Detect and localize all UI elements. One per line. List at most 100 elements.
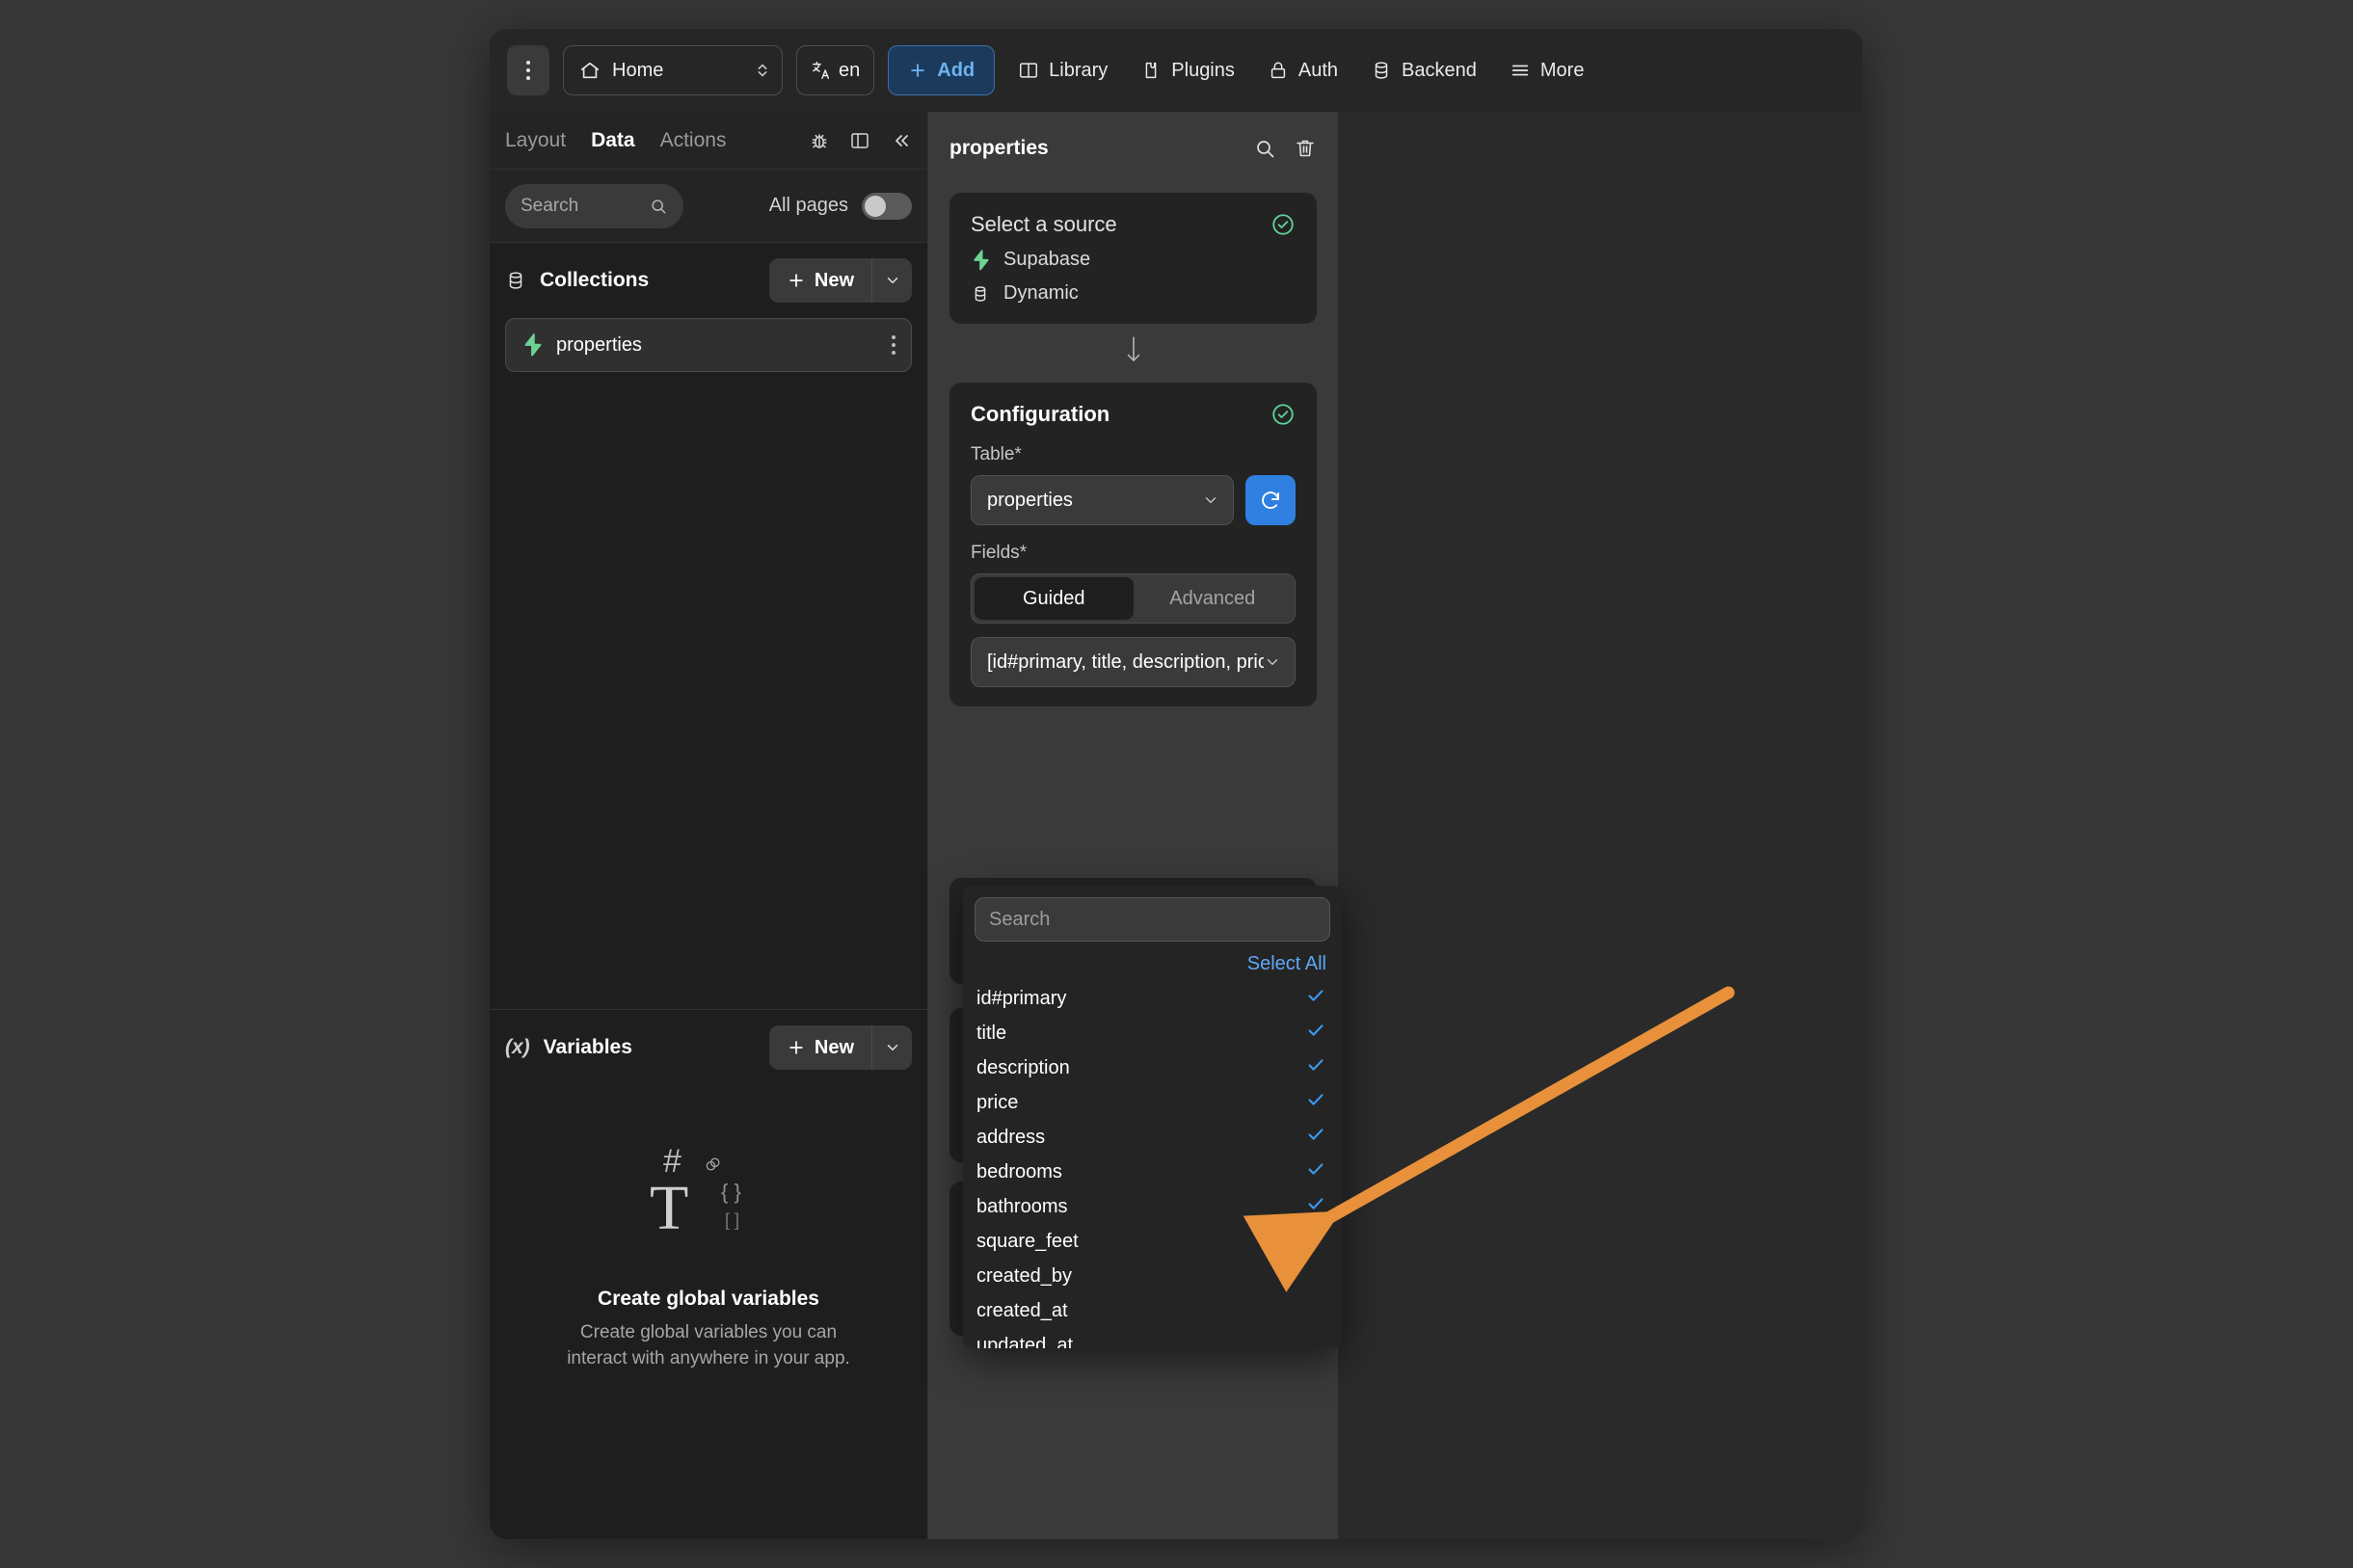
toolbar-item-more[interactable]: More [1500, 45, 1594, 95]
tab-actions[interactable]: Actions [660, 129, 727, 152]
toolbar-item-plugins[interactable]: Plugins [1131, 45, 1244, 95]
add-button[interactable]: Add [888, 45, 995, 95]
collection-item-properties[interactable]: properties [505, 318, 912, 372]
fields-dropdown-item[interactable]: square_feet [963, 1224, 1342, 1259]
fields-dropdown-item[interactable]: bathrooms [963, 1189, 1342, 1224]
configuration-card: Configuration Table* properties [949, 383, 1317, 706]
chevron-down-icon[interactable] [871, 1025, 912, 1070]
search-icon [649, 197, 668, 216]
kebab-vertical-icon[interactable] [892, 335, 896, 355]
check-circle-icon [1270, 402, 1296, 427]
all-pages-toggle[interactable] [862, 193, 912, 220]
fields-dropdown-item-label: price [976, 1092, 1305, 1114]
check-icon [1305, 1124, 1326, 1151]
object-braces-icon: { } [721, 1180, 741, 1205]
plus-icon [787, 1038, 806, 1057]
toolbar-item-label: Backend [1402, 60, 1477, 82]
detail-panel: properties Select a source [928, 112, 1338, 1539]
fields-dropdown-item[interactable]: updated_at [963, 1328, 1342, 1348]
kebab-vertical-icon [526, 68, 530, 72]
fields-dropdown-item[interactable]: title [963, 1016, 1342, 1050]
new-variable-button[interactable]: New [769, 1025, 912, 1070]
database-icon [1371, 60, 1392, 81]
canvas-area [1338, 112, 1862, 1539]
fields-dropdown-item[interactable]: price [963, 1085, 1342, 1120]
app-menu-button[interactable] [507, 45, 549, 95]
new-variable-main[interactable]: New [769, 1025, 871, 1070]
fields-mode-guided[interactable]: Guided [975, 577, 1134, 620]
source-option-label: Dynamic [1003, 282, 1079, 305]
fields-dropdown-list: id#primary title description price addressbe… [963, 981, 1342, 1348]
plus-icon [787, 271, 806, 290]
toolbar-item-library[interactable]: Library [1008, 45, 1117, 95]
fields-dropdown-item[interactable]: bedrooms [963, 1155, 1342, 1189]
page-select[interactable]: Home [563, 45, 783, 95]
fields-dropdown-item[interactable]: created_by [963, 1259, 1342, 1293]
bug-icon[interactable] [808, 129, 831, 152]
chevron-updown-icon [755, 60, 770, 81]
select-all-link[interactable]: Select All [963, 942, 1342, 981]
fields-dropdown-item-label: created_by [976, 1265, 1326, 1288]
toolbar-item-backend[interactable]: Backend [1361, 45, 1486, 95]
language-button[interactable]: en [796, 45, 874, 95]
check-icon [1305, 1228, 1326, 1255]
detail-panel-header: properties [928, 112, 1338, 185]
collapse-left-icon[interactable] [889, 129, 912, 152]
tab-layout[interactable]: Layout [505, 129, 566, 152]
fields-dropdown-search-input[interactable]: Search [975, 897, 1330, 942]
page-select-label: Home [612, 60, 743, 82]
fields-select[interactable]: [id#primary, title, description, price, … [971, 637, 1296, 687]
toolbar-item-label: More [1540, 60, 1585, 82]
fields-dropdown-item[interactable]: created_at [963, 1293, 1342, 1328]
fields-dropdown-item-label: description [976, 1057, 1305, 1079]
select-source-card: Select a source Supabase [949, 193, 1317, 324]
fields-dropdown-item[interactable]: description [963, 1050, 1342, 1085]
array-brackets-icon: [ ] [725, 1210, 739, 1231]
fields-dropdown-item[interactable]: address [963, 1120, 1342, 1155]
toolbar-item-label: Auth [1298, 60, 1338, 82]
arrow-down-icon [928, 333, 1338, 373]
source-option-supabase[interactable]: Supabase [971, 249, 1296, 271]
table-select-value: properties [987, 490, 1202, 512]
detail-panel-actions [1253, 137, 1317, 160]
search-input[interactable]: Search [505, 184, 683, 228]
lock-icon [1268, 60, 1289, 81]
chevron-down-icon[interactable] [871, 258, 912, 303]
source-option-dynamic[interactable]: Dynamic [971, 282, 1296, 305]
check-icon [1305, 1193, 1326, 1220]
fields-dropdown-item-label: created_at [976, 1300, 1326, 1322]
search-input-placeholder: Search [521, 196, 641, 217]
fields-field-label: Fields* [971, 543, 1296, 564]
fields-dropdown-item-label: id#primary [976, 988, 1305, 1010]
toolbar-item-auth[interactable]: Auth [1258, 45, 1348, 95]
variables-empty-state: # T { } [ ] Create global variables Crea… [490, 1085, 927, 1539]
panel-split-icon[interactable] [848, 129, 871, 152]
plus-icon [908, 61, 927, 80]
table-select[interactable]: properties [971, 475, 1234, 525]
toggle-circles-icon [704, 1155, 723, 1174]
table-label-text: Table [971, 444, 1014, 465]
new-collection-button[interactable]: New [769, 258, 912, 303]
search-icon[interactable] [1253, 137, 1276, 160]
variables-panel: (x) Variables New [490, 1009, 927, 1539]
hamburger-icon [1510, 60, 1531, 81]
check-icon [1305, 1020, 1326, 1047]
chevron-down-icon [1202, 492, 1219, 509]
database-icon [971, 284, 990, 304]
book-icon [1018, 60, 1039, 81]
new-collection-main[interactable]: New [769, 258, 871, 303]
text-type-icon: T [650, 1172, 688, 1245]
fields-dropdown-item[interactable]: id#primary [963, 981, 1342, 1016]
new-variable-label: New [815, 1037, 854, 1059]
required-asterisk: * [1020, 543, 1027, 563]
tab-data[interactable]: Data [591, 129, 635, 152]
left-panel-search-row: Search All pages [490, 170, 927, 243]
variable-icon: (x) [505, 1036, 530, 1059]
fields-dropdown: Search Select All id#primary title descrip… [963, 886, 1342, 1348]
refresh-button[interactable] [1245, 475, 1296, 525]
variables-header: (x) Variables New [490, 1010, 927, 1085]
trash-icon[interactable] [1294, 137, 1317, 160]
toolbar-item-label: Plugins [1171, 60, 1235, 82]
fields-mode-advanced[interactable]: Advanced [1134, 577, 1293, 620]
collection-item-label: properties [556, 334, 878, 357]
